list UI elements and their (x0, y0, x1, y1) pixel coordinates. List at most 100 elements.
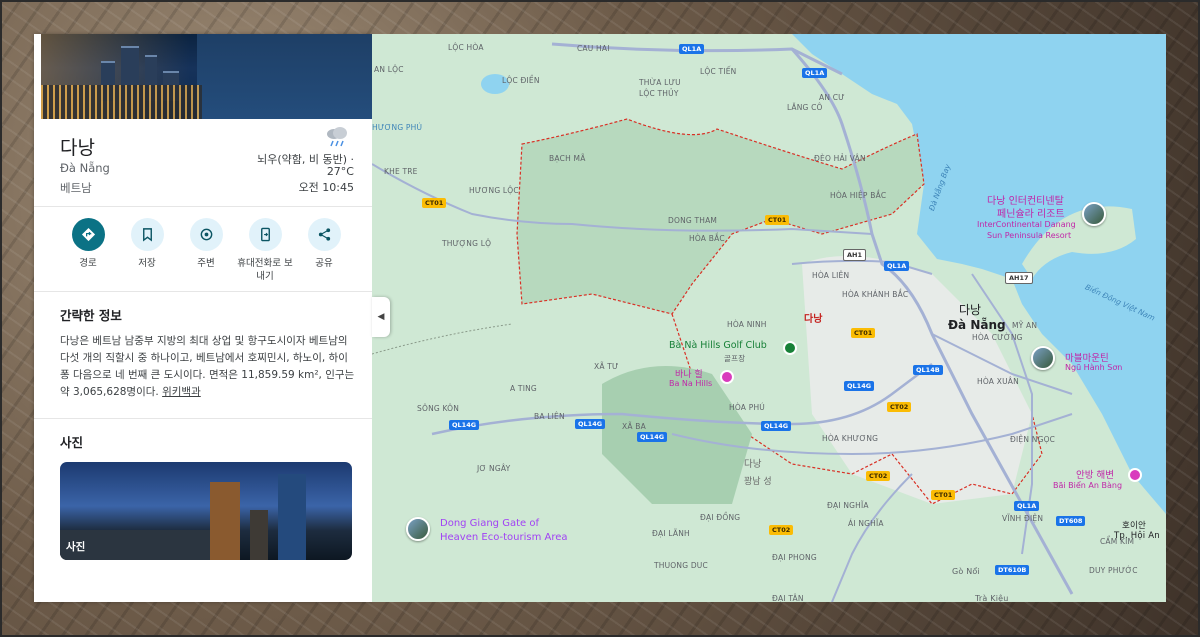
road-shield: CT02 (866, 471, 891, 481)
map-town-label: HÒA KHƯƠNG (822, 434, 879, 443)
map-town-label: ĐIỆN NGỌC (1010, 435, 1056, 444)
hero-city-lights (41, 85, 202, 119)
photos-title: 사진 (60, 435, 84, 450)
share-label: 공유 (315, 258, 333, 269)
poi-marble-vi[interactable]: Ngũ Hành Sơn (1065, 363, 1122, 372)
photo-building (250, 510, 268, 560)
road-shield: QL14G (761, 421, 792, 431)
map-town-label: THỪA LƯU (639, 78, 681, 87)
map-town-label: HÒA LIÊN (812, 271, 850, 280)
road-shield: QL14G (637, 432, 668, 442)
road-shield: AH17 (1005, 272, 1033, 284)
poi-donggiang[interactable]: Dong Giang Gate of (440, 518, 539, 529)
map-town-label: Trà Kiệu (975, 594, 1009, 602)
road-shield: CT02 (769, 525, 794, 535)
title-block: 다낭 Đà Nẵng 베트남 뇌우(약함, 비 동반) · 27°C 오전 10… (34, 119, 372, 207)
map-town-label: ĐẠI ĐỒNG (700, 513, 741, 522)
send-to-phone-button[interactable]: 휴대전화로 보내기 (235, 218, 295, 283)
directions-button[interactable]: 경로 (58, 218, 118, 270)
poi-photo-pin[interactable] (1031, 346, 1055, 370)
map-town-label: HÒA KHÁNH BẮC (842, 290, 909, 299)
send-to-phone-label: 휴대전화로 보내기 (237, 258, 293, 282)
poi-golf-sub: 골프장 (724, 354, 746, 363)
map-town-label: LĂNG CÔ (787, 103, 823, 112)
photos-card[interactable]: 사진 (60, 462, 352, 560)
map-town-label: MỸ AN (1012, 321, 1038, 330)
poi-photo-pin[interactable] (1082, 202, 1106, 226)
map-town-label: Tp. Hội An (1114, 531, 1160, 541)
road-shield: CT01 (931, 490, 956, 500)
poi-marble-ko[interactable]: 마블마운틴 (1065, 350, 1109, 364)
map-city-ko-label: 다낭 (959, 303, 982, 317)
map-town-label: DONG THAM (668, 216, 718, 225)
poi-golf-label[interactable]: Bà Nà Hills Golf Club (669, 340, 767, 351)
weather-temperature: 27°C (326, 165, 354, 178)
map-town-label: ÁI NGHĨA (848, 519, 884, 528)
about-body: 다낭은 베트남 남중부 지방의 최대 상업 및 항구도시이자 베트남의 다섯 개… (60, 335, 355, 398)
hero-photo[interactable] (41, 34, 372, 119)
road-shield: DT610B (995, 565, 1030, 575)
send-to-phone-icon (260, 227, 270, 242)
road-shield: CT01 (851, 328, 876, 338)
map-town-label: HÒA PHÚ (729, 403, 765, 412)
road-shield: QL1A (802, 68, 828, 78)
wikipedia-link[interactable]: 위키백과 (162, 386, 201, 398)
place-country: 베트남 (60, 181, 92, 195)
map-town-label: XÃ TƯ (594, 362, 619, 371)
road-shield: QL14G (844, 381, 875, 391)
poi-intercon-en[interactable]: InterContinental Danang (977, 220, 1076, 229)
map-town-label: KHE TRE (384, 167, 418, 176)
nearby-button[interactable]: 주변 (176, 218, 236, 270)
road-shield: DT608 (1056, 516, 1086, 526)
map-town-label: HƯƠNG PHÚ (372, 123, 423, 132)
poi-photo-pin[interactable] (406, 517, 430, 541)
bookmark-icon (142, 228, 152, 242)
map-town-label: LỘC TIẾN (700, 67, 737, 76)
rain-cloud-icon (327, 127, 347, 147)
map-town-label: VĨNH ĐIỆN (1002, 514, 1044, 523)
save-button[interactable]: 저장 (117, 218, 177, 270)
share-button[interactable]: 공유 (294, 218, 354, 270)
map-town-label: JƠ NGÂY (477, 464, 511, 473)
bana-pin[interactable] (720, 370, 734, 384)
map-town-label: ĐẠI PHONG (772, 553, 817, 562)
collapse-panel-button[interactable]: ◀ (372, 297, 390, 337)
map-town-label: HÒA BẮC (689, 234, 725, 243)
photos-section: 사진 사진 (34, 420, 372, 602)
map-canvas[interactable]: LỘC HÒA CAU HAI AN LỘC LỘC ĐIỀN THỪA LƯU… (372, 34, 1166, 602)
chevron-left-icon: ◀ (377, 312, 385, 322)
directions-label: 경로 (79, 258, 97, 269)
road-shield: QL14G (575, 419, 606, 429)
directions-icon (81, 227, 95, 242)
map-town-label: DUY PHƯỚC (1089, 566, 1138, 575)
map-province-label: 다낭 (744, 459, 762, 470)
map-town-label: THUONG DUC (654, 561, 708, 570)
map-town-label: BẠCH MÃ (549, 154, 586, 163)
place-panel: 다낭 Đà Nẵng 베트남 뇌우(약함, 비 동반) · 27°C 오전 10… (34, 34, 372, 602)
action-bar: 경로 저장 주변 휴대전화로 보내기 공유 (34, 208, 372, 292)
map-town-label: CAU HAI (577, 44, 610, 53)
poi-intercon-ko2[interactable]: 페닌슐라 리조트 (997, 205, 1065, 220)
poi-anbang-ko[interactable]: 안방 해변 (1076, 467, 1114, 481)
save-label: 저장 (138, 258, 156, 269)
map-town-label: A TING (510, 384, 537, 393)
anbang-pin[interactable] (1128, 468, 1142, 482)
map-town-label: HÒA XUÂN (977, 377, 1019, 386)
poi-donggiang2[interactable]: Heaven Eco-tourism Area (440, 532, 568, 543)
map-town-label: SÔNG KÔN (417, 404, 460, 413)
road-shield: QL14B (913, 365, 943, 375)
poi-anbang-vi[interactable]: Bãi Biển An Bàng (1053, 481, 1122, 490)
poi-intercon-en2[interactable]: Sun Peninsula Resort (987, 231, 1071, 240)
photo-building (210, 482, 240, 560)
road-shield: CT02 (887, 402, 912, 412)
weather-time: 오전 10:45 (298, 181, 354, 194)
map-town-label: HÒA HIỆP BẮC (830, 191, 887, 200)
map-town-label: ĐẠI LÃNH (652, 529, 690, 538)
map-svg (372, 34, 1166, 602)
golf-pin[interactable] (783, 341, 797, 355)
poi-bana-vi[interactable]: Ba Na Hills (669, 379, 712, 388)
map-town-label: HƯƠNG LỘC (469, 186, 519, 195)
map-town-label: ĐẠI TÂN (772, 594, 804, 602)
map-town-label: AN CƯ (819, 93, 845, 102)
map-province-label: 꽝남 성 (744, 477, 772, 487)
